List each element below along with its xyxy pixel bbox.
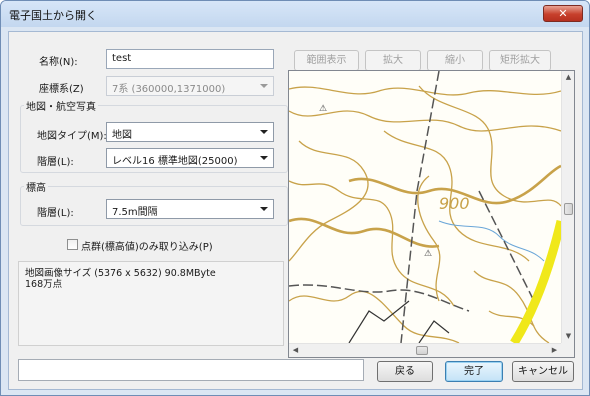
name-input[interactable]: test — [106, 49, 274, 69]
map-group-title: 地図・航空写真 — [24, 98, 98, 113]
elevation-level-label: 階層(L): — [37, 208, 74, 219]
point-only-checkbox[interactable] — [67, 239, 78, 250]
zoom-out-button-label: 縮小 — [445, 55, 465, 66]
rect-zoom-button-label: 矩形拡大 — [500, 55, 540, 66]
zoom-in-button-label: 拡大 — [383, 55, 403, 66]
elevation-group-title: 標高 — [24, 179, 48, 194]
range-view-button-label: 範囲表示 — [306, 55, 347, 66]
map-level-select-value: レベル16 標準地図(25000) — [112, 156, 238, 167]
close-icon: ✕ — [558, 7, 568, 20]
map-symbol: ⚠ — [319, 104, 327, 114]
scroll-left-icon[interactable]: ◀ — [289, 344, 302, 357]
cancel-button[interactable]: キャンセル — [512, 361, 574, 382]
map-preview[interactable]: 900 ⚠ ⚠ ▲ ▼ ◀ ▶ — [288, 70, 575, 358]
back-button[interactable]: 戻る — [377, 361, 433, 382]
map-type-select-value: 地図 — [112, 130, 132, 141]
scroll-up-icon[interactable]: ▲ — [562, 71, 574, 84]
elevation-level-select[interactable]: 7.5m間隔 — [106, 199, 274, 219]
finish-button[interactable]: 完了 — [445, 361, 503, 382]
map-level-label: 階層(L): — [37, 157, 74, 168]
finish-button-label: 完了 — [464, 366, 484, 377]
scroll-down-icon[interactable]: ▼ — [562, 330, 574, 343]
rect-zoom-button[interactable]: 矩形拡大 — [489, 50, 551, 71]
topographic-map[interactable]: 900 ⚠ ⚠ — [289, 71, 566, 346]
window-title: 電子国土から開く — [9, 9, 97, 22]
map-type-select[interactable]: 地図 — [106, 122, 274, 142]
map-vertical-scrollbar[interactable]: ▲ ▼ — [561, 71, 574, 343]
scrollbar-corner — [561, 343, 574, 357]
chevron-down-icon — [260, 84, 268, 88]
name-input-value: test — [112, 53, 132, 64]
chevron-down-icon — [260, 207, 268, 211]
image-size-text: 地図画像サイズ (5376 x 5632) 90.8MByte — [25, 268, 216, 279]
zoom-out-button[interactable]: 縮小 — [427, 50, 483, 71]
point-count-text: 168万点 — [25, 279, 63, 290]
info-panel: 地図画像サイズ (5376 x 5632) 90.8MByte 168万点 — [18, 261, 284, 346]
close-button[interactable]: ✕ — [543, 5, 583, 22]
crs-label: 座標系(Z) — [39, 84, 84, 95]
title-bar: 電子国土から開く ✕ — [1, 1, 589, 27]
status-field — [18, 359, 364, 381]
vertical-scroll-thumb[interactable] — [564, 203, 573, 215]
chevron-down-icon — [260, 156, 268, 160]
contour-elevation-label: 900 — [439, 194, 470, 213]
elevation-level-select-value: 7.5m間隔 — [112, 207, 158, 218]
crs-select-value: 7系 (360000,1371000) — [112, 84, 226, 95]
map-horizontal-scrollbar[interactable]: ◀ ▶ — [289, 343, 561, 357]
chevron-down-icon — [260, 130, 268, 134]
range-view-button[interactable]: 範囲表示 — [294, 50, 359, 71]
horizontal-scroll-thumb[interactable] — [416, 346, 428, 355]
zoom-in-button[interactable]: 拡大 — [365, 50, 421, 71]
map-type-label: 地図タイプ(M): — [37, 131, 107, 142]
map-level-select[interactable]: レベル16 標準地図(25000) — [106, 148, 274, 168]
name-label: 名称(N): — [39, 57, 78, 68]
crs-select: 7系 (360000,1371000) — [106, 76, 274, 96]
scroll-right-icon[interactable]: ▶ — [548, 344, 561, 357]
point-only-label[interactable]: 点群(標高値)のみ取り込み(P) — [81, 238, 213, 253]
map-background — [289, 71, 561, 343]
back-button-label: 戻る — [395, 366, 415, 377]
map-symbol: ⚠ — [424, 249, 432, 259]
dialog-window: 電子国土から開く ✕ 名称(N): test 座標系(Z) 7系 (360000… — [0, 0, 590, 396]
cancel-button-label: キャンセル — [518, 366, 568, 377]
